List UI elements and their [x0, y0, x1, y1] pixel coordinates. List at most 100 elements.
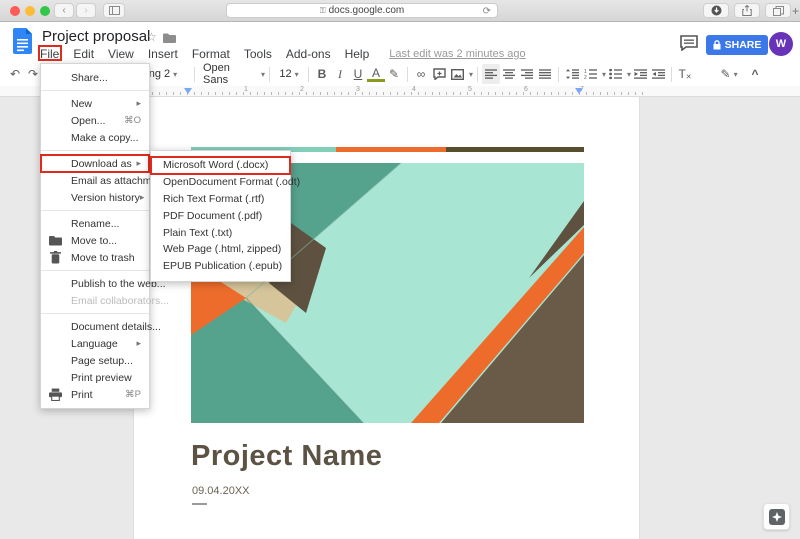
menu-item-open[interactable]: Open...⌘O [41, 112, 149, 129]
document-title[interactable]: Project proposal [42, 28, 150, 45]
close-window-button[interactable] [10, 6, 20, 16]
align-center-button[interactable] [500, 64, 518, 84]
shortcut-label: ⌘P [125, 389, 141, 400]
numbered-list-button[interactable]: 12 [581, 64, 599, 84]
editing-mode-button[interactable]: ✎▾ [720, 64, 738, 84]
google-docs-icon[interactable] [13, 28, 32, 54]
menu-tools[interactable]: Tools [244, 47, 272, 61]
insert-link-button[interactable]: ∞ [412, 64, 430, 84]
divider [558, 67, 559, 82]
add-comment-icon [433, 68, 446, 80]
submenu-item-docx[interactable]: Microsoft Word (.docx) [151, 157, 290, 174]
downloads-icon [711, 5, 722, 16]
font-size-dropdown[interactable]: 12▾ [274, 64, 304, 84]
tab-overview-button[interactable] [765, 3, 791, 18]
highlight-color-button[interactable]: ✎ [385, 64, 403, 84]
avatar[interactable]: W [769, 32, 793, 56]
bold-button[interactable]: B [313, 64, 331, 84]
text-color-button[interactable]: A [367, 67, 385, 82]
chevron-down-icon: ▾ [173, 70, 177, 79]
font-dropdown[interactable]: Open Sans▾ [199, 64, 265, 84]
undo-icon[interactable]: ↶ [6, 64, 24, 84]
explore-button[interactable] [763, 503, 790, 530]
menu-item-new[interactable]: New▸ [41, 95, 149, 112]
menu-insert[interactable]: Insert [148, 47, 178, 61]
divider [671, 67, 672, 82]
italic-button[interactable]: I [331, 64, 349, 84]
menu-item-document-details[interactable]: Document details... [41, 318, 149, 335]
align-left-button[interactable] [482, 64, 500, 84]
menu-divider [41, 313, 149, 314]
menu-item-share[interactable]: Share... [41, 69, 149, 86]
menu-item-print-preview[interactable]: Print preview [41, 369, 149, 386]
move-folder-icon[interactable] [163, 33, 176, 43]
decrease-indent-icon [634, 69, 647, 79]
menu-format[interactable]: Format [192, 47, 230, 61]
add-comment-button[interactable] [430, 64, 448, 84]
star-icon[interactable]: ☆ [146, 30, 157, 44]
project-date[interactable]: 09.04.20XX [192, 485, 250, 497]
menu-view[interactable]: View [108, 47, 134, 61]
submenu-item-odt[interactable]: OpenDocument Format (.odt) [151, 174, 290, 191]
minimize-window-button[interactable] [25, 6, 35, 16]
maximize-window-button[interactable] [40, 6, 50, 16]
divider [194, 67, 195, 82]
comment-icon[interactable] [680, 35, 698, 51]
submenu-item-rtf[interactable]: Rich Text Format (.rtf) [151, 191, 290, 208]
highlighter-icon: ✎ [389, 67, 399, 81]
chevron-down-icon[interactable]: ▾ [469, 70, 473, 79]
submenu-item-pdf[interactable]: PDF Document (.pdf) [151, 207, 290, 224]
project-title[interactable]: Project Name [191, 440, 382, 473]
chevron-down-icon: ▾ [295, 70, 299, 79]
increase-indent-icon [652, 69, 665, 79]
submenu-arrow-icon: ▸ [136, 338, 141, 349]
right-indent-marker[interactable] [575, 88, 583, 94]
docs-header: Project proposal ☆ File Edit View Insert… [0, 22, 800, 62]
menu-item-rename[interactable]: Rename... [41, 215, 149, 232]
browser-forward-button[interactable]: › [76, 3, 96, 18]
reload-icon[interactable]: ⟳ [483, 5, 491, 18]
submenu-item-html[interactable]: Web Page (.html, zipped) [151, 241, 290, 258]
downloads-button[interactable] [703, 3, 729, 18]
menu-item-email-as-attachment[interactable]: Email as attachment... [41, 172, 149, 189]
menu-item-page-setup[interactable]: Page setup... [41, 352, 149, 369]
menu-item-make-a-copy[interactable]: Make a copy... [41, 129, 149, 146]
address-bar[interactable]: ⚿ docs.google.com ⟳ [226, 3, 498, 18]
divider [308, 67, 309, 82]
insert-image-button[interactable] [448, 64, 466, 84]
left-indent-marker[interactable] [184, 88, 192, 94]
new-tab-button[interactable]: + [792, 4, 799, 18]
menu-item-publish-to-web[interactable]: Publish to the web... [41, 275, 149, 292]
share-page-button[interactable] [734, 3, 760, 18]
bulleted-list-button[interactable] [606, 64, 624, 84]
ruler-number: 2 [300, 86, 304, 93]
submenu-item-epub[interactable]: EPUB Publication (.epub) [151, 258, 290, 275]
browser-back-button[interactable]: ‹ [54, 3, 74, 18]
menu-item-version-history[interactable]: Version history▸ [41, 189, 149, 206]
share-button[interactable]: SHARE [706, 35, 768, 55]
underline-button[interactable]: U [349, 64, 367, 84]
menu-edit[interactable]: Edit [73, 47, 94, 61]
share-lock-icon [713, 40, 721, 50]
sidebar-toggle-button[interactable] [103, 3, 125, 18]
line-spacing-button[interactable] [563, 64, 581, 84]
menu-divider [41, 270, 149, 271]
clear-formatting-button[interactable]: T ✕ [676, 64, 694, 84]
collapse-toolbar-button[interactable]: ^ [746, 64, 764, 84]
browser-titlebar: ‹ › ⚿ docs.google.com ⟳ + [0, 0, 800, 22]
back-icon: ‹ [62, 5, 65, 16]
increase-indent-button[interactable] [649, 64, 667, 84]
menu-item-print[interactable]: Print⌘P [41, 386, 149, 403]
menu-addons[interactable]: Add-ons [286, 47, 331, 61]
submenu-item-txt[interactable]: Plain Text (.txt) [151, 224, 290, 241]
menu-item-language[interactable]: Language▸ [41, 335, 149, 352]
align-right-button[interactable] [518, 64, 536, 84]
justify-button[interactable] [536, 64, 554, 84]
menu-item-download-as[interactable]: Download as▸ [41, 155, 149, 172]
decrease-indent-button[interactable] [631, 64, 649, 84]
menu-item-move-to[interactable]: Move to... [41, 232, 149, 249]
plus-icon: + [792, 4, 799, 18]
last-edit-link[interactable]: Last edit was 2 minutes ago [389, 48, 525, 60]
menu-item-move-to-trash[interactable]: Move to trash [41, 249, 149, 266]
menu-help[interactable]: Help [345, 47, 370, 61]
